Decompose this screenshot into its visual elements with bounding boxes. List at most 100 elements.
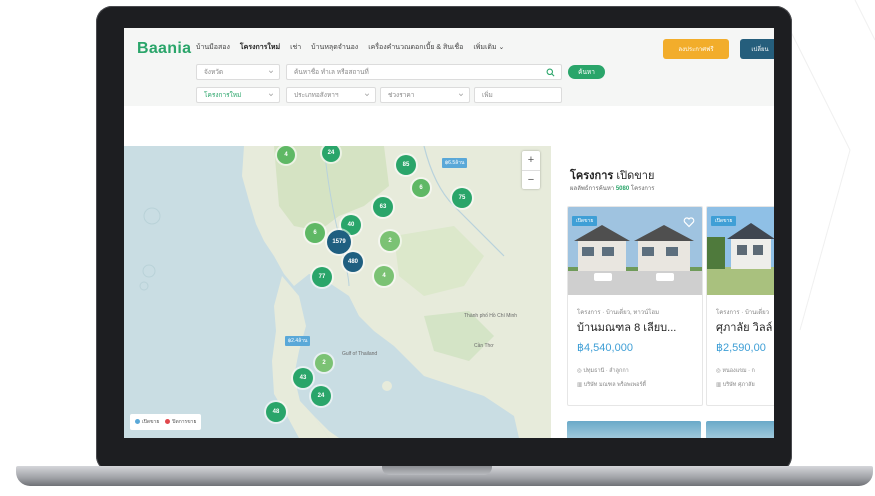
map-cluster-count: 4 xyxy=(284,152,288,158)
map-price-tag[interactable]: ฿6.5ล้าน xyxy=(442,158,468,168)
location-pin-icon: ◎ xyxy=(577,368,582,374)
nav-loan-calculator[interactable]: เครื่องคำนวณดอกเบี้ย & สินเชื่อ xyxy=(368,42,463,54)
map-land-shapes xyxy=(139,146,551,438)
switch-button[interactable]: เปลี่ยน xyxy=(740,39,774,59)
project-developer-text: บริษัท มณฑล พร็อพเพอร์ตี้ xyxy=(583,382,646,388)
laptop-screen: Baania บ้านมือสอง โครงการใหม่ เช่า บ้านห… xyxy=(124,28,774,438)
nav-secondhand[interactable]: บ้านมือสอง xyxy=(196,42,230,54)
map-cluster-count: 2 xyxy=(322,360,326,366)
legend-closed: ปิดการขาย xyxy=(165,418,196,426)
project-card[interactable]: เปิดขาย โครงการ · บ้านเดี่ยว, ทาวน์โฮม บ… xyxy=(567,206,703,406)
map-cluster[interactable]: 75 xyxy=(452,188,472,208)
map-cluster-count: 48 xyxy=(272,409,280,415)
heart-icon[interactable] xyxy=(683,216,695,228)
search-input-placeholder: ค้นหาชื่อ ทำเล หรือสถานที่ xyxy=(294,69,369,76)
map-cluster[interactable]: 85 xyxy=(396,155,416,175)
map-cluster-count: 77 xyxy=(318,274,326,280)
project-developer-text: บริษัท ศุภาลัย xyxy=(722,382,755,388)
chevron-down-icon xyxy=(458,93,464,97)
nav-foreclosed[interactable]: บ้านหลุดจำนอง xyxy=(311,42,358,54)
chevron-down-icon xyxy=(364,93,370,97)
project-name[interactable]: ศุภาลัย วิลล์ xyxy=(716,318,772,336)
map-zoom-controls: + − xyxy=(522,151,540,189)
map-cluster-count: 480 xyxy=(347,259,358,265)
post-listing-button[interactable]: ลงประกาศฟรี xyxy=(663,39,729,59)
map-cluster[interactable]: 24 xyxy=(311,386,331,406)
results-prefix: ผลลัพธ์การค้นหา xyxy=(570,186,615,192)
project-card[interactable]: เปิดขาย โครงการ · บ้านเดี่ยว ศุภาลัย วิล… xyxy=(706,206,774,406)
panel-title-rest: เปิดขาย xyxy=(616,170,655,182)
map-cluster[interactable]: 77 xyxy=(312,267,332,287)
laptop-notch xyxy=(382,466,492,475)
map-cluster[interactable]: 1579 xyxy=(327,230,351,254)
province-select[interactable]: จังหวัด xyxy=(196,64,280,80)
province-select-label: จังหวัด xyxy=(204,69,224,76)
map-cluster[interactable]: 43 xyxy=(293,368,313,388)
chevron-down-icon xyxy=(268,70,274,74)
nav-more[interactable]: เพิ่มเติม ⌄ xyxy=(473,42,504,54)
project-map[interactable]: 4 24 85 6 75 63 40 6 1579 2 480 77 4 2 4… xyxy=(124,146,551,438)
baania-logo[interactable]: Baania xyxy=(137,40,191,58)
nav-rent[interactable]: เช่า xyxy=(290,42,301,54)
map-cluster[interactable]: 2 xyxy=(380,231,400,251)
legend-open-label: เปิดขาย xyxy=(142,419,160,425)
nav-new-projects[interactable]: โครงการใหม่ xyxy=(240,42,280,54)
map-cluster[interactable]: 4 xyxy=(277,146,295,164)
status-badge: เปิดขาย xyxy=(572,216,598,226)
listing-type-select[interactable]: โครงการใหม่ xyxy=(196,87,280,103)
nav-more-label: เพิ่มเติม xyxy=(473,44,497,51)
building-icon: ▥ xyxy=(577,382,583,388)
search-button[interactable]: ค้นหา xyxy=(568,65,605,79)
price-range-select[interactable]: ช่วงราคา xyxy=(380,87,470,103)
search-input[interactable]: ค้นหาชื่อ ทำเล หรือสถานที่ xyxy=(286,64,562,80)
site-header: Baania บ้านมือสอง โครงการใหม่ เช่า บ้านห… xyxy=(124,28,774,106)
map-cluster-count: 24 xyxy=(327,150,335,156)
map-cluster[interactable]: 4 xyxy=(374,266,394,286)
map-cluster-count: 4 xyxy=(382,273,386,279)
map-cluster[interactable]: 63 xyxy=(373,197,393,217)
status-badge: เปิดขาย xyxy=(711,216,737,226)
map-cluster-count: 85 xyxy=(402,162,410,168)
property-type-select[interactable]: ประเภทอสังหาฯ xyxy=(286,87,376,103)
more-filters-label: เพิ่ม xyxy=(482,92,493,99)
map-price-tag[interactable]: ฿2.4ล้าน xyxy=(285,336,311,346)
project-type: โครงการ · บ้านเดี่ยว xyxy=(716,310,770,316)
map-cluster[interactable]: 6 xyxy=(305,223,325,243)
panel-title: โครงการ เปิดขาย xyxy=(570,166,654,184)
map-cluster[interactable]: 480 xyxy=(343,252,363,272)
map-cluster-count: 6 xyxy=(419,185,423,191)
map-legend: เปิดขาย ปิดการขาย xyxy=(130,414,202,430)
results-suffix: โครงการ xyxy=(630,186,655,192)
project-type: โครงการ · บ้านเดี่ยว, ทาวน์โฮม xyxy=(577,310,660,316)
zoom-out-button[interactable]: − xyxy=(522,170,540,190)
project-developer: ▥ บริษัท ศุภาลัย xyxy=(716,381,755,389)
zoom-in-button[interactable]: + xyxy=(522,151,540,170)
map-cluster-count: 6 xyxy=(313,230,317,236)
project-location: ◎ หนองแขม · ก xyxy=(716,367,755,375)
map-cluster-count: 40 xyxy=(347,222,355,228)
chevron-down-icon: ⌄ xyxy=(498,44,505,51)
map-cluster-count: 1579 xyxy=(332,239,346,245)
panel-title-bold: โครงการ xyxy=(570,170,614,182)
project-card-next[interactable] xyxy=(706,421,774,438)
project-name[interactable]: บ้านมณฑล 8 เลียบ... xyxy=(577,318,676,336)
map-cluster[interactable]: 48 xyxy=(266,402,286,422)
map-cluster[interactable]: 6 xyxy=(412,179,430,197)
map-cluster-count: 75 xyxy=(458,195,466,201)
price-range-label: ช่วงราคา xyxy=(388,92,415,99)
project-price: ฿4,540,000 xyxy=(577,342,633,354)
project-location-text: ปทุมธานี · ลำลูกกา xyxy=(583,368,629,374)
project-location-text: หนองแขม · ก xyxy=(722,368,755,374)
map-cluster[interactable]: 2 xyxy=(315,354,333,372)
map-cluster-count: 2 xyxy=(388,238,392,244)
map-place-label: Thành phố Hồ Chí Minh xyxy=(464,313,518,319)
project-card-next[interactable] xyxy=(567,421,701,438)
legend-open: เปิดขาย xyxy=(135,418,159,426)
project-location: ◎ ปทุมธานี · ลำลูกกา xyxy=(577,367,629,375)
results-number: 5080 xyxy=(615,186,630,192)
map-cluster-count: 24 xyxy=(317,393,325,399)
map-cluster-count: 43 xyxy=(299,375,307,381)
listing-type-value: โครงการใหม่ xyxy=(204,92,242,99)
more-filters-select[interactable]: เพิ่ม xyxy=(474,87,562,103)
location-pin-icon: ◎ xyxy=(716,368,721,374)
